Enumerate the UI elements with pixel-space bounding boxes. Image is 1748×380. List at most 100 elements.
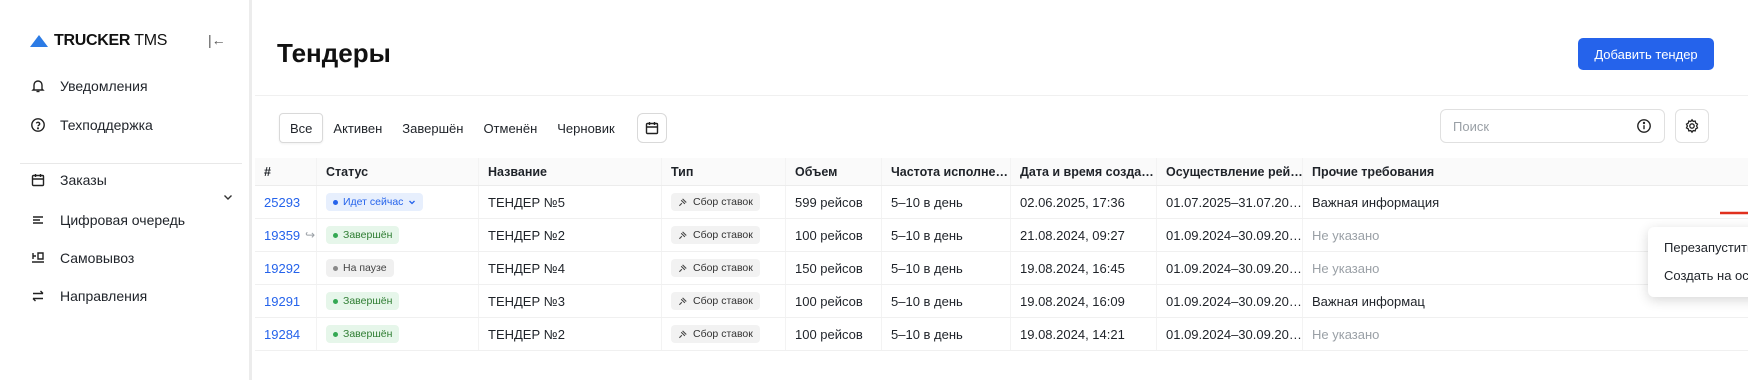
- collapse-sidebar-icon[interactable]: |←: [208, 32, 226, 48]
- header-divider: [255, 95, 1748, 96]
- menu-item-create-based-on[interactable]: Создать на основе: [1648, 261, 1748, 289]
- table-header: # Статус Название Тип Объем Частота испо…: [255, 158, 1748, 186]
- tenders-table: # Статус Название Тип Объем Частота испо…: [255, 158, 1748, 351]
- status-badge: Завершён: [326, 226, 400, 244]
- column-header[interactable]: Тип: [662, 158, 786, 185]
- execution-period: 01.09.2024–30.09.20…: [1157, 219, 1303, 251]
- column-header[interactable]: Частота исполне…: [882, 158, 1011, 185]
- sidebar-item-label: Техподдержка: [60, 117, 153, 133]
- status-dot-icon: [333, 331, 338, 337]
- table-row[interactable]: 25293 Идет сейчас ТЕНДЕР №5 Сбор ставок …: [255, 186, 1748, 219]
- status-badge: На паузе: [326, 259, 394, 277]
- sidebar-item-label: Самовывоз: [60, 250, 135, 266]
- pickup-icon: [30, 250, 46, 266]
- gear-icon: [1685, 118, 1699, 134]
- requirements: Важная информац: [1312, 293, 1425, 309]
- type-chip: Сбор ставок: [671, 259, 760, 277]
- gavel-icon: [678, 296, 687, 305]
- tender-name: ТЕНДЕР №2: [479, 318, 662, 350]
- status-label: Завершён: [343, 229, 393, 241]
- gavel-icon: [678, 230, 687, 239]
- annotation-arrow-icon: [1720, 211, 1748, 215]
- tender-id-link[interactable]: 19359: [264, 228, 300, 243]
- tab-all[interactable]: Все: [279, 113, 324, 143]
- gavel-icon: [678, 263, 687, 272]
- sidebar-item-label: Уведомления: [60, 78, 148, 94]
- column-header[interactable]: Название: [479, 158, 662, 185]
- column-header[interactable]: Дата и время созда…: [1011, 158, 1157, 185]
- tender-id-link[interactable]: 19292: [264, 261, 300, 276]
- swap-arrows-icon: [30, 288, 46, 304]
- sidebar-item-digital-queue[interactable]: Цифровая очередь: [30, 212, 185, 228]
- status-badge[interactable]: Идет сейчас: [326, 193, 424, 211]
- table-row[interactable]: 19284 Завершён ТЕНДЕР №2 Сбор ставок 100…: [255, 318, 1748, 351]
- app-logo[interactable]: TRUCKER TMS: [30, 32, 167, 50]
- tender-id-link[interactable]: 19291: [264, 294, 300, 309]
- status-dot-icon: [333, 232, 338, 238]
- type-chip: Сбор ставок: [671, 292, 760, 310]
- tab-active[interactable]: Активен: [323, 113, 392, 143]
- type-chip: Сбор ставок: [671, 325, 760, 343]
- status-dot-icon: [333, 298, 338, 304]
- requirements: Не указано: [1312, 227, 1380, 243]
- volume: 100 рейсов: [786, 285, 882, 317]
- sidebar-item-pickup[interactable]: Самовывоз: [30, 250, 134, 266]
- created-date: 02.06.2025, 17:36: [1011, 186, 1157, 218]
- tender-id-link[interactable]: 25293: [264, 195, 300, 210]
- chevron-down-icon[interactable]: [222, 191, 234, 203]
- table-row[interactable]: 19359 ↪ Завершён ТЕНДЕР №2 Сбор ставок 10…: [255, 219, 1748, 252]
- tender-name: ТЕНДЕР №5: [479, 186, 662, 218]
- tab-completed[interactable]: Завершён: [392, 113, 473, 143]
- search-input[interactable]: [1453, 118, 1636, 134]
- add-tender-button[interactable]: Добавить тендер: [1578, 38, 1714, 70]
- status-badge: Завершён: [326, 325, 400, 343]
- column-header[interactable]: Осуществление рей…: [1157, 158, 1303, 185]
- sidebar: TRUCKER TMS |← Уведомления Техподдержка …: [0, 0, 252, 380]
- status-label: Идет сейчас: [343, 196, 404, 208]
- table-settings-button[interactable]: [1675, 109, 1709, 143]
- sidebar-item-label: Заказы: [60, 172, 107, 188]
- execution-period: 01.09.2024–30.09.20…: [1157, 318, 1303, 350]
- requirements: Не указано: [1312, 326, 1380, 342]
- tab-draft[interactable]: Черновик: [547, 113, 624, 143]
- bell-icon: [30, 78, 46, 94]
- column-header[interactable]: Прочие требования: [1303, 158, 1526, 185]
- sidebar-item-orders[interactable]: Заказы: [30, 172, 107, 188]
- gavel-icon: [678, 197, 687, 206]
- tab-cancelled[interactable]: Отменён: [473, 113, 547, 143]
- sidebar-item-support[interactable]: Техподдержка: [30, 117, 153, 133]
- sidebar-item-notifications[interactable]: Уведомления: [30, 78, 148, 94]
- frequency: 5–10 в день: [882, 252, 1011, 284]
- menu-item-restart[interactable]: Перезапустить: [1648, 233, 1748, 261]
- date-filter-button[interactable]: [636, 113, 667, 143]
- created-date: 19.08.2024, 16:45: [1011, 252, 1157, 284]
- column-header[interactable]: Объем: [786, 158, 882, 185]
- status-badge: Завершён: [326, 292, 400, 310]
- logo-suffix: TMS: [134, 32, 168, 49]
- queue-icon: [30, 212, 46, 228]
- type-label: Сбор ставок: [693, 196, 753, 208]
- column-header[interactable]: Статус: [317, 158, 479, 185]
- sidebar-item-directions[interactable]: Направления: [30, 288, 147, 304]
- table-row[interactable]: 19291 Завершён ТЕНДЕР №3 Сбор ставок 100…: [255, 285, 1748, 318]
- sidebar-divider: [20, 163, 242, 164]
- tender-name: ТЕНДЕР №2: [479, 219, 662, 251]
- main-content: Тендеры Добавить тендер Все Активен Заве…: [255, 0, 1748, 380]
- column-header[interactable]: #: [255, 158, 317, 185]
- frequency: 5–10 в день: [882, 285, 1011, 317]
- created-date: 19.08.2024, 16:09: [1011, 285, 1157, 317]
- requirements: Важная информация: [1312, 194, 1440, 210]
- status-filter-tabs: Все Активен Завершён Отменён Черновик: [279, 112, 667, 144]
- execution-period: 01.09.2024–30.09.20…: [1157, 252, 1303, 284]
- volume: 100 рейсов: [786, 318, 882, 350]
- tender-name: ТЕНДЕР №3: [479, 285, 662, 317]
- search-field: [1440, 109, 1665, 143]
- info-icon[interactable]: [1636, 118, 1652, 134]
- type-chip: Сбор ставок: [671, 193, 760, 211]
- tender-name: ТЕНДЕР №4: [479, 252, 662, 284]
- status-label: Завершён: [343, 295, 393, 307]
- execution-period: 01.09.2024–30.09.20…: [1157, 285, 1303, 317]
- table-row[interactable]: 19292 На паузе ТЕНДЕР №4 Сбор ставок 150…: [255, 252, 1748, 285]
- calendar-icon: [645, 122, 658, 135]
- tender-id-link[interactable]: 19284: [264, 327, 300, 342]
